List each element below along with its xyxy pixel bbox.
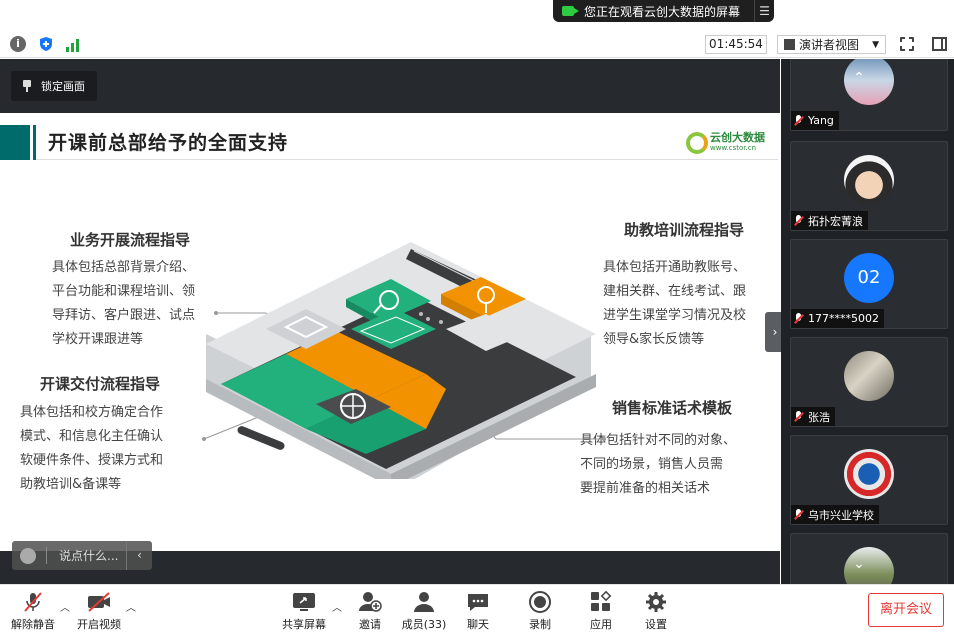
settings-button[interactable]: 设置 [641,591,671,633]
camera-icon [562,6,579,16]
view-mode-select[interactable]: 演讲者视图 ▼ [777,35,886,54]
start-video-button[interactable]: 开启视频 [74,591,124,633]
record-icon [528,591,552,613]
avatar [844,449,894,499]
participant-name-tag: 拓扑宏菁浪 [791,211,868,230]
presentation-slide: 开课前总部给予的全面支持 云创大数据 www.cstor.cn 业务开展流程指导 … [0,113,780,551]
chat-placeholder: 说点什么... [59,549,119,563]
lock-view-button[interactable]: 锁定画面 [11,71,97,101]
participant-name-tag: 177****5002 [791,309,884,328]
chat-input[interactable]: 说点什么... ‹ [12,541,152,570]
section-body-assistant: 具体包括开通助教账号、 建相关群、在线考试、跟 进学生课堂学习情况及校 领导&家长反… [603,260,747,347]
scroll-up-icon[interactable]: ⌃ [836,67,882,89]
emoji-icon[interactable] [20,547,36,564]
invite-label: 邀请 [359,618,381,631]
more-icon[interactable]: ☰ [754,0,774,22]
mic-muted-icon [21,591,45,613]
participant-name-tag: 张浩 [791,407,835,426]
divider [36,159,778,160]
unmute-label: 解除静音 [11,618,55,631]
apps-button[interactable]: 应用 [586,590,616,633]
share-screen-label: 共享屏幕 [282,618,326,631]
company-logo: 云创大数据 www.cstor.cn [686,131,766,155]
apps-icon [589,590,613,613]
chevron-up-icon[interactable]: ︿ [60,599,70,614]
chat-icon [466,591,490,613]
info-icon[interactable]: i [10,36,26,52]
bottom-toolbar: 解除静音 ︿ 开启视频 ︿ 共享屏幕 ︿ 邀请 成员(33) 聊天 录制 应用 … [0,584,954,635]
mic-muted-icon [794,214,803,227]
section-body-delivery: 具体包括和校方确定合作 模式、和信息化主任确认 软硬件条件、授课方式和 助教培训&备… [20,405,164,492]
mic-muted-icon [794,410,803,423]
share-banner-text: 您正在观看云创大数据的屏幕 [584,4,741,19]
record-label: 录制 [529,618,551,631]
chevron-up-icon[interactable]: ︿ [126,599,136,614]
participant-card[interactable]: 张浩 [790,337,948,427]
slide-title: 开课前总部给予的全面支持 [48,132,289,154]
invite-icon [358,591,382,613]
mic-muted-icon [794,508,803,521]
start-video-label: 开启视频 [77,618,121,631]
chevron-left-icon[interactable]: ‹ [126,541,152,570]
scroll-down-icon[interactable]: ⌄ [836,553,882,575]
participant-name-tag: Yang [791,111,839,130]
participant-card[interactable]: 拓扑宏菁浪 [790,141,948,231]
divider [46,547,47,564]
mic-muted-icon [794,114,803,127]
view-mode-label: 演讲者视图 [799,38,860,52]
chevron-down-icon: ▼ [872,39,879,50]
fullscreen-icon[interactable] [899,36,915,52]
apps-label: 应用 [590,618,612,631]
logo-ring-icon [686,132,708,154]
screen-share-banner: 您正在观看云创大数据的屏幕 ☰ [553,0,774,22]
lock-view-label: 锁定画面 [41,80,85,93]
pin-icon [23,80,31,92]
members-icon [412,591,436,613]
phone-illustration: 90% [202,242,606,479]
section-title-assistant: 助教培训流程指导 [624,221,745,239]
unmute-button[interactable]: 解除静音 [10,591,56,633]
settings-label: 设置 [645,618,667,631]
top-toolbar: i 01:45:54 演讲者视图 ▼ [0,30,954,58]
logo-url: www.cstor.cn [710,144,757,152]
avatar: 02 [844,253,894,303]
share-screen-button[interactable]: 共享屏幕 [280,591,328,633]
invite-button[interactable]: 邀请 [355,591,385,633]
record-button[interactable]: 录制 [525,591,555,633]
gear-icon [644,591,668,613]
members-button[interactable]: 成员(33) [400,591,448,633]
members-label: 成员(33) [401,618,447,631]
title-accent-line [33,125,36,160]
mic-muted-icon [794,312,803,325]
shield-icon[interactable] [38,36,54,52]
shared-screen-stage: 锁定画面 开课前总部给予的全面支持 云创大数据 www.cstor.cn 业务开展… [0,59,780,584]
layout-icon [784,39,795,50]
participant-list[interactable]: Yang ⌃ 拓扑宏菁浪 02 177****5002 张浩 乌市兴业学校 ⌄ [781,59,954,584]
chevron-up-icon[interactable]: ︿ [332,599,342,614]
section-body-business: 具体包括总部背景介绍、 平台功能和课程培训、领 导拜访、客户跟进、试点 学校开课跟进… [52,260,196,347]
participant-card[interactable]: 02 177****5002 [790,239,948,329]
section-title-delivery: 开课交付流程指导 [40,375,161,393]
camera-off-icon [87,591,111,613]
leave-meeting-button[interactable]: 离开会议 [868,593,944,627]
chat-button[interactable]: 聊天 [463,591,493,633]
section-title-sales: 销售标准话术模板 [612,399,733,417]
signal-icon[interactable] [66,36,82,52]
participant-card[interactable]: 乌市兴业学校 [790,435,948,525]
sidebar-toggle-icon[interactable] [932,37,947,51]
participant-name-tag: 乌市兴业学校 [791,505,879,524]
section-title-business: 业务开展流程指导 [70,231,191,249]
chat-label: 聊天 [467,618,489,631]
avatar [844,155,894,205]
title-accent-bar [0,125,30,160]
share-screen-icon [292,591,316,613]
avatar [844,351,894,401]
meeting-timer: 01:45:54 [705,35,767,54]
